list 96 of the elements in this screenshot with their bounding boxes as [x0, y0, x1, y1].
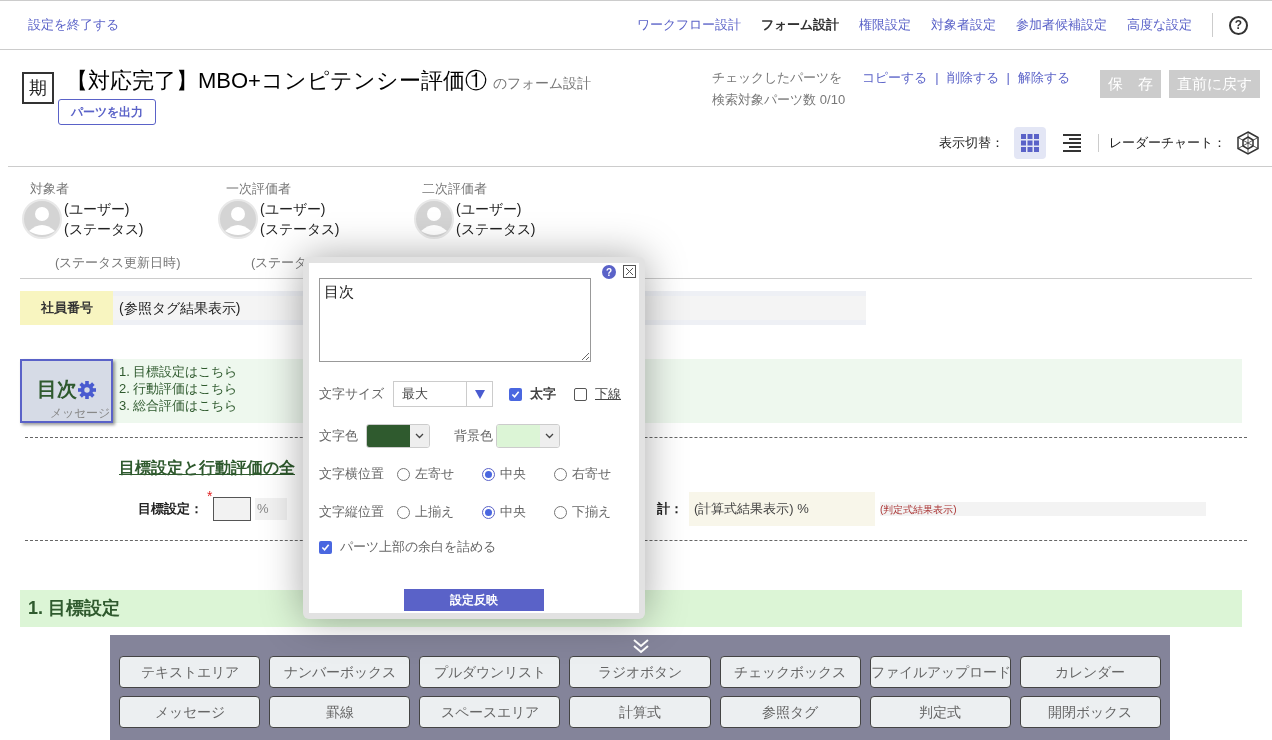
message-line: 3. 総合評価はこちら [119, 397, 238, 414]
part-type-button[interactable]: スペースエリア [419, 696, 561, 728]
period-badge: 期 [22, 72, 54, 104]
user-name: (ユーザー) [260, 199, 327, 219]
action-link[interactable]: 解除する [1018, 68, 1070, 88]
option-label: 文字サイズ [319, 385, 385, 404]
gear-icon[interactable] [78, 381, 96, 399]
unit-label: % [255, 498, 287, 520]
total-label: 計： [657, 500, 683, 519]
nav-tab[interactable]: 権限設定 [859, 15, 911, 35]
message-part-tile[interactable]: 目次 メッセージ [20, 359, 113, 423]
help-icon[interactable]: ? [602, 265, 616, 279]
part-type-button[interactable]: チェックボックス [719, 656, 861, 688]
dropdown-icon [474, 389, 485, 399]
option-label: 背景色 [454, 427, 494, 446]
message-line: 2. 行動評価はこちら [119, 380, 238, 397]
avatar-icon [22, 198, 62, 239]
apply-button[interactable]: 設定反映 [404, 589, 544, 611]
part-type-button[interactable]: メッセージ [119, 696, 261, 728]
view-switch-label: 表示切替： [939, 134, 1004, 153]
grid-icon [1021, 134, 1039, 152]
status-updated-date: (ステータ [251, 253, 309, 272]
close-icon[interactable] [623, 265, 636, 278]
user-status: (ステータス) [456, 219, 536, 239]
grid-view-button[interactable] [1014, 127, 1046, 159]
status-updated-date: (ステータス更新日時) [55, 253, 182, 272]
nav-tab[interactable]: フォーム設計 [761, 15, 839, 35]
list-icon [1063, 134, 1081, 152]
nav-tab[interactable]: 参加者候補設定 [1016, 15, 1107, 35]
checkbox-label: パーツ上部の余白を詰める [340, 538, 496, 557]
option-label: 文字縦位置 [319, 503, 385, 522]
export-button[interactable]: パーツを出力 [58, 99, 156, 125]
radio-label: 中央 [500, 503, 526, 522]
part-type-button[interactable]: 開閉ボックス [1019, 696, 1161, 728]
color-picker[interactable] [366, 424, 430, 448]
color-picker[interactable] [496, 424, 560, 448]
evaluator-role: 二次評価者 [422, 180, 488, 198]
required-mark: * [207, 487, 213, 506]
radio-label: 上揃え [415, 503, 454, 522]
radar-chart-icon[interactable] [1236, 131, 1260, 155]
option-label: 文字色 [319, 427, 359, 446]
radar-chart-label: レーダーチャート： [1109, 134, 1226, 153]
option-label: 文字横位置 [319, 465, 385, 484]
part-type-button[interactable]: 参照タグ [719, 696, 861, 728]
nav-tab[interactable]: ワークフロー設計 [637, 15, 741, 35]
separator: | [1006, 69, 1010, 87]
radio-label: 中央 [500, 465, 526, 484]
title-suffix: のフォーム設計 [492, 74, 591, 93]
avatar-icon [414, 198, 454, 239]
part-type-button[interactable]: ファイルアップロード [869, 656, 1011, 688]
action-link[interactable]: 削除する [946, 68, 999, 88]
user-status: (ステータス) [260, 219, 340, 239]
nav-tab[interactable]: 高度な設定 [1127, 15, 1192, 35]
chevron-down-icon [545, 433, 554, 439]
checked-parts-label: チェックしたパーツを [712, 69, 843, 87]
search-count: 検索対象パーツ数 0/10 [712, 90, 847, 109]
avatar-icon [218, 198, 258, 239]
evaluator-role: 一次評価者 [226, 180, 292, 198]
help-button[interactable]: ? [1229, 15, 1248, 35]
separator: | [935, 69, 939, 87]
field-label: 社員番号 [20, 291, 113, 325]
percent-input[interactable] [213, 497, 251, 521]
radio-label: 下揃え [572, 503, 611, 522]
checkbox-label: 太字 [530, 385, 556, 404]
judgement-value: (判定式結果表示) [880, 502, 1206, 516]
checkbox[interactable] [574, 387, 587, 401]
form-title: 【対応完了】MBO+コンピテンシー評価① [66, 67, 487, 95]
calculated-value: (計算式結果表示) % [689, 492, 875, 526]
part-type-caption: メッセージ [50, 407, 110, 420]
part-type-button[interactable]: 計算式 [569, 696, 711, 728]
user-name: (ユーザー) [64, 199, 131, 219]
user-status: (ステータス) [64, 219, 144, 239]
nav-tab[interactable]: 対象者設定 [931, 15, 996, 35]
radio-label: 左寄せ [415, 465, 454, 484]
action-link[interactable]: コピーする [862, 68, 928, 88]
part-type-button[interactable]: 罫線 [269, 696, 411, 728]
evaluator-role: 対象者 [30, 180, 70, 198]
checkbox[interactable] [319, 540, 332, 554]
chevron-down-icon [415, 433, 424, 439]
summary-heading: 目標設定と行動評価の全 [119, 458, 295, 478]
user-name: (ユーザー) [456, 199, 523, 219]
part-type-button[interactable]: プルダウンリスト [419, 656, 561, 688]
collapse-icon[interactable] [632, 638, 650, 654]
part-title: 目次 [37, 377, 77, 402]
part-type-button[interactable]: テキストエリア [119, 656, 261, 688]
message-line: 1. 目標設定はこちら [119, 363, 238, 380]
part-type-button[interactable]: カレンダー [1019, 656, 1161, 688]
radio-label: 右寄せ [572, 465, 611, 484]
exit-link[interactable]: 設定を終了する [28, 15, 119, 35]
goal-label: 目標設定： [138, 500, 203, 519]
font-size-select[interactable]: 最大 [393, 381, 493, 407]
part-type-button[interactable]: ラジオボタン [569, 656, 711, 688]
part-type-button[interactable]: 判定式 [869, 696, 1011, 728]
part-type-button[interactable]: ナンバーボックス [269, 656, 411, 688]
checkbox-label: 下線 [595, 385, 621, 404]
checkbox[interactable] [509, 387, 522, 401]
